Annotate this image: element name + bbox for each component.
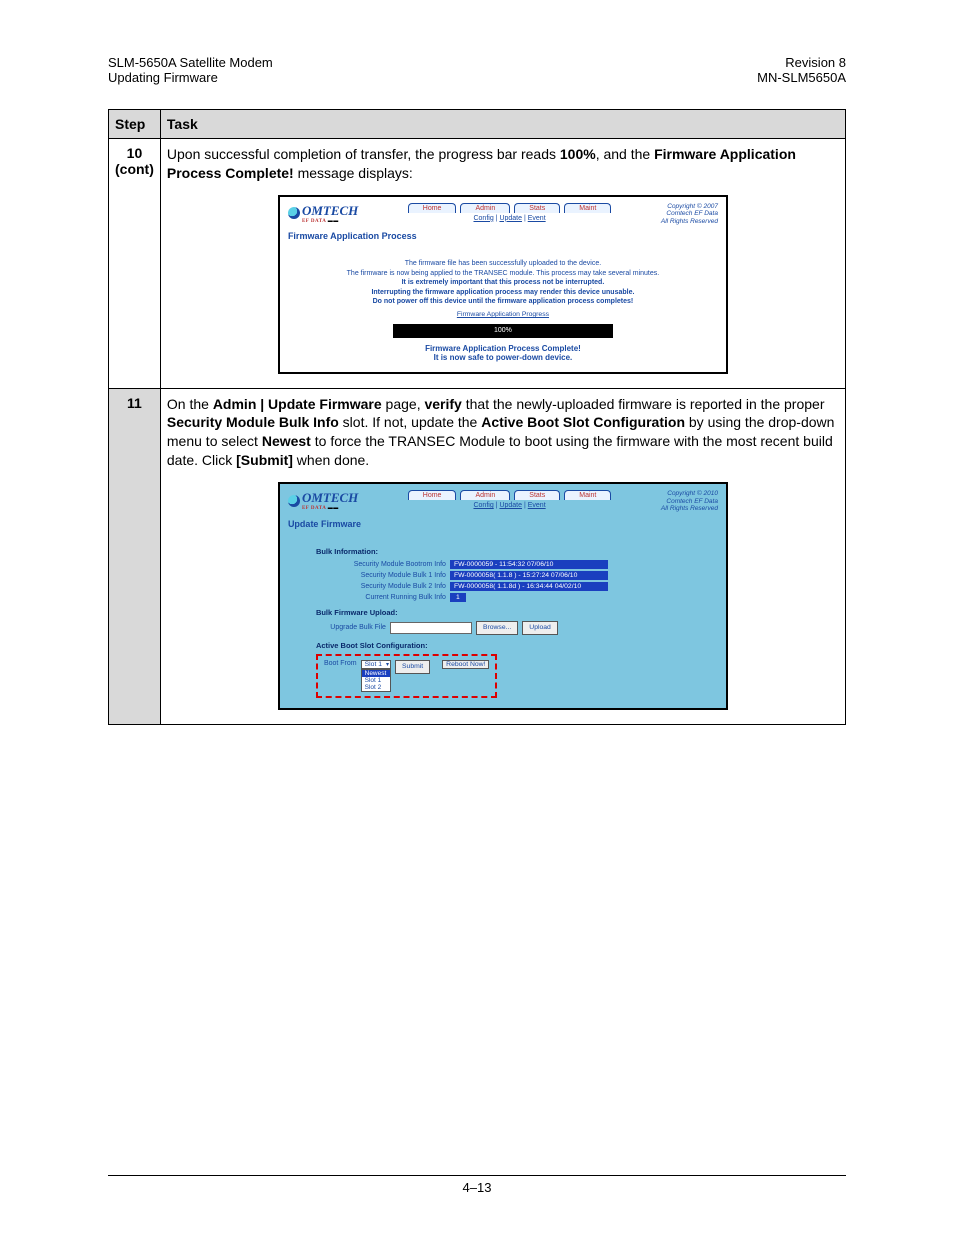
row10-text: Upon successful completion of transfer, … <box>167 145 839 183</box>
progress-bar: 100% <box>393 324 613 338</box>
group-boot-config: Active Boot Slot Configuration: <box>316 641 718 650</box>
highlight-box: Boot From Slot 1 Newest Slot 1 Slot 2 <box>316 654 498 698</box>
step-10-cont: 10 (cont) <box>109 139 161 389</box>
hdr-left-2: Updating Firmware <box>108 70 273 85</box>
bootrom-row: Security Module Bootrom Info FW-0000059 … <box>316 560 718 569</box>
progress-percent: 100% <box>394 325 612 337</box>
tab-maint[interactable]: Maint <box>564 203 611 213</box>
col-step: Step <box>109 110 161 139</box>
comtech-logo: OMTECH EF DATA ▬▬ <box>288 490 358 511</box>
bulk2-row: Security Module Bulk 2 Info FW-0000058( … <box>316 582 718 591</box>
procedure-table: Step Task 10 (cont) Upon successful comp… <box>108 109 846 725</box>
upload-button[interactable]: Upload <box>522 621 558 635</box>
copyright: Copyright © 2007Comtech EF DataAll Right… <box>661 203 718 225</box>
sublinks: Config | Update | Event <box>408 502 612 509</box>
boot-from-options[interactable]: Newest Slot 1 Slot 2 <box>361 669 391 692</box>
upload-label: Upgrade Bulk File <box>316 624 386 631</box>
page-footer: 4–13 <box>108 1175 846 1195</box>
firmware-progress-screenshot: OMTECH EF DATA ▬▬ Home Admin Stats Maint <box>278 195 728 374</box>
bulk2-value: FW-0000058( 1.1.8d ) - 16:34:44 04/02/10 <box>450 582 608 591</box>
globe-icon <box>288 207 300 219</box>
update-firmware-screenshot: OMTECH EF DATA ▬▬ Home Admin Stats Maint <box>278 482 728 709</box>
sublinks: Config | Update | Event <box>408 215 612 222</box>
link-event[interactable]: Event <box>528 215 546 222</box>
firmware-messages: The firmware file has been successfully … <box>288 259 718 319</box>
row11-text: On the Admin | Update Firmware page, ver… <box>167 395 839 471</box>
link-config[interactable]: Config <box>473 502 493 509</box>
tab-stats[interactable]: Stats <box>514 490 560 500</box>
submit-button[interactable]: Submit <box>395 660 430 674</box>
group-upload: Bulk Firmware Upload: <box>316 608 718 617</box>
progress-link[interactable]: Firmware Application Progress <box>288 310 718 319</box>
upload-field[interactable] <box>390 622 472 634</box>
link-event[interactable]: Event <box>528 502 546 509</box>
group-bulk-info: Bulk Information: <box>316 547 718 556</box>
option-slot1[interactable]: Slot 1 <box>362 677 390 684</box>
section-title: Firmware Application Process <box>288 231 718 241</box>
tab-admin[interactable]: Admin <box>460 203 510 213</box>
step-11: 11 <box>109 388 161 724</box>
bulk1-row: Security Module Bulk 1 Info FW-0000058( … <box>316 571 718 580</box>
page-header: SLM-5650A Satellite Modem Updating Firmw… <box>108 55 846 85</box>
bulk1-value: FW-0000058( 1.1.8 ) - 15:27:24 07/06/10 <box>450 571 608 580</box>
comtech-logo: OMTECH EF DATA ▬▬ <box>288 203 358 224</box>
tab-stats[interactable]: Stats <box>514 203 560 213</box>
complete-message: Firmware Application Process Complete!It… <box>288 344 718 362</box>
tab-home[interactable]: Home <box>408 203 457 213</box>
hdr-right-1: Revision 8 <box>757 55 846 70</box>
browse-button[interactable]: Browse... <box>476 621 518 635</box>
tab-maint[interactable]: Maint <box>564 490 611 500</box>
link-update[interactable]: Update <box>499 215 522 222</box>
option-newest[interactable]: Newest <box>362 670 390 677</box>
hdr-left-1: SLM-5650A Satellite Modem <box>108 55 273 70</box>
running-row: Current Running Bulk Info 1 <box>316 593 718 602</box>
running-value: 1 <box>450 593 466 602</box>
link-config[interactable]: Config <box>473 215 493 222</box>
col-task: Task <box>160 110 845 139</box>
tab-admin[interactable]: Admin <box>460 490 510 500</box>
tab-home[interactable]: Home <box>408 490 457 500</box>
boot-from-label: Boot From <box>324 660 357 667</box>
globe-icon <box>288 495 300 507</box>
section-title: Update Firmware <box>288 519 718 529</box>
page-number: 4–13 <box>463 1180 492 1195</box>
link-update[interactable]: Update <box>499 502 522 509</box>
option-slot2[interactable]: Slot 2 <box>362 684 390 691</box>
reboot-button[interactable]: Reboot Now! <box>442 660 489 669</box>
boot-from-select[interactable]: Slot 1 <box>361 660 391 669</box>
hdr-right-2: MN-SLM5650A <box>757 70 846 85</box>
bootrom-value: FW-0000059 - 11:54:32 07/06/10 <box>450 560 608 569</box>
copyright: Copyright © 2010Comtech EF DataAll Right… <box>661 490 718 512</box>
